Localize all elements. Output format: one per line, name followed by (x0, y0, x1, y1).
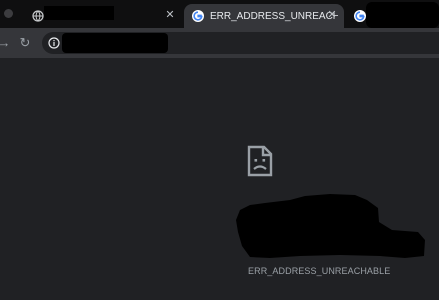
redacted-error-message (236, 194, 425, 258)
error-code: ERR_ADDRESS_UNREACHABLE (248, 266, 391, 276)
